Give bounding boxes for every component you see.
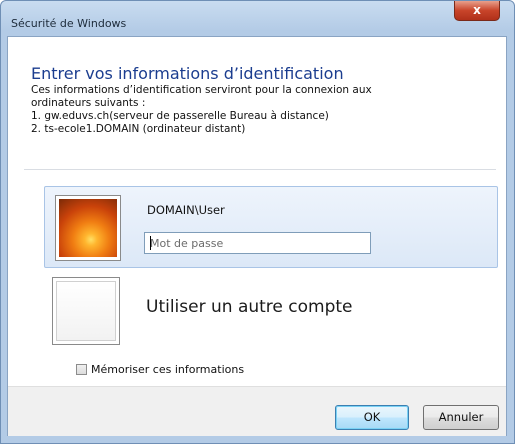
other-account-label[interactable]: Utiliser un autre compte xyxy=(146,297,353,317)
close-icon: x xyxy=(473,3,481,17)
password-input[interactable] xyxy=(144,232,371,254)
user-avatar xyxy=(55,195,121,261)
text-caret xyxy=(150,236,151,250)
remember-checkbox[interactable] xyxy=(76,363,87,375)
remember-label[interactable]: Mémoriser ces informations xyxy=(91,363,244,376)
cancel-button[interactable]: Annuler xyxy=(423,405,499,430)
blank-avatar-icon xyxy=(56,281,116,341)
flower-avatar-icon xyxy=(59,199,117,257)
description-line: ordinateurs suivants : xyxy=(31,97,146,109)
separator xyxy=(24,169,496,170)
description-line: Ces informations d’identification servir… xyxy=(31,84,372,96)
ok-button[interactable]: OK xyxy=(335,405,409,430)
other-account-tile[interactable] xyxy=(52,277,120,345)
title-bar[interactable]: Sécurité de Windows x xyxy=(1,1,514,41)
description-line: 2. ts-ecole1.DOMAIN (ordinateur distant) xyxy=(31,123,246,135)
window-title: Sécurité de Windows xyxy=(11,17,127,30)
main-instruction: Entrer vos informations d’identification xyxy=(31,64,344,83)
description-line: 1. gw.eduvs.ch(serveur de passerelle Bur… xyxy=(31,110,329,122)
remember-credentials[interactable]: Mémoriser ces informations xyxy=(76,362,244,376)
username-label: DOMAIN\User xyxy=(147,203,225,217)
description: Ces informations d’identification servir… xyxy=(31,84,372,136)
close-button[interactable]: x xyxy=(454,1,500,21)
